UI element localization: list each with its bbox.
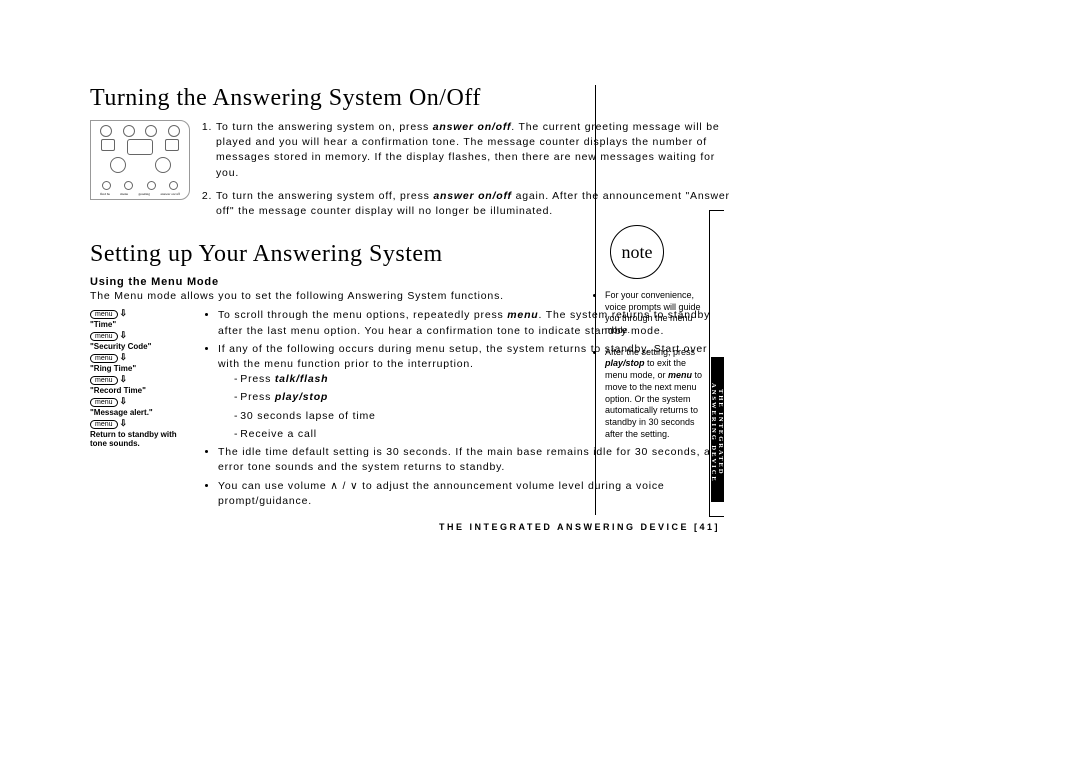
list-item: To turn the answering system off, press … <box>216 189 730 219</box>
note-item: For your convenience, voice prompts will… <box>605 290 708 337</box>
section1-heading: Turning the Answering System On/Off <box>90 85 730 112</box>
side-tab: THE INTEGRATED ANSWERING DEVICE <box>711 357 724 502</box>
section1-row: find hs menu greeting answer on/off To turn… <box>90 120 730 227</box>
volume-up-icon: ∧ <box>330 480 339 492</box>
device-panel-illustration: find hs menu greeting answer on/off <box>90 120 190 200</box>
section1-text: To turn the answering system on, press a… <box>202 120 730 227</box>
note-item: After the setting, press play/stop to ex… <box>605 347 708 441</box>
list-item: You can use volume ∧ / ∨ to adjust the a… <box>218 479 730 509</box>
list-item: To turn the answering system on, press a… <box>216 120 730 181</box>
note-list: For your convenience, voice prompts will… <box>593 290 708 450</box>
panel-label: menu <box>120 192 128 196</box>
page-footer: THE INTEGRATED ANSWERING DEVICE [41] <box>90 522 730 532</box>
panel-label: answer on/off <box>160 192 179 196</box>
note-badge: note <box>610 225 664 279</box>
panel-label: find hs <box>100 192 110 196</box>
panel-label: greeting <box>139 192 150 196</box>
menu-flow-diagram: menu⇩ "Time" menu⇩ "Security Code" menu⇩… <box>90 308 190 512</box>
